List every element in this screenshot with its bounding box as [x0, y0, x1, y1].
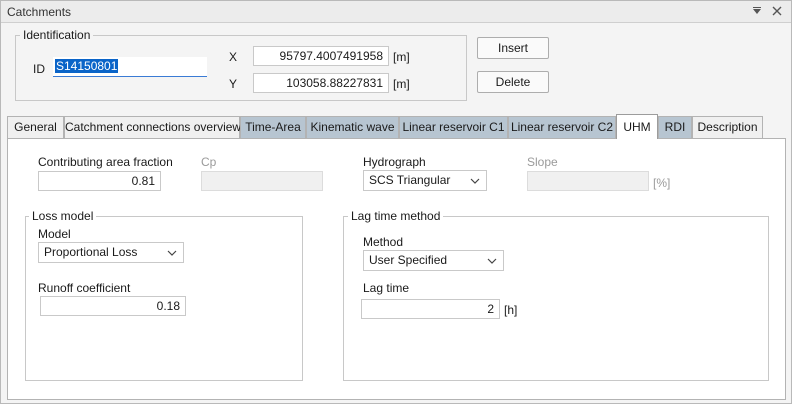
- method-label: Method: [363, 235, 404, 249]
- tab-time-area[interactable]: Time-Area: [240, 116, 306, 138]
- y-coordinate-input[interactable]: 103058.88227831: [253, 73, 389, 93]
- tab-linear-reservoir-c1[interactable]: Linear reservoir C1: [399, 116, 508, 138]
- loss-model-group-label: Loss model: [29, 209, 97, 223]
- hydrograph-dropdown[interactable]: SCS Triangular: [363, 170, 487, 191]
- cp-label: Cp: [201, 155, 217, 169]
- tab-rdi[interactable]: RDI: [658, 116, 692, 138]
- id-input[interactable]: S14150801: [53, 57, 207, 77]
- runoff-coefficient-input[interactable]: 0.18: [40, 296, 186, 316]
- window-menu-icon[interactable]: [749, 4, 765, 20]
- hydrograph-value: SCS Triangular: [369, 173, 451, 187]
- tab-linear-reservoir-c2[interactable]: Linear reservoir C2: [508, 116, 616, 138]
- chevron-down-icon: [470, 178, 480, 184]
- tab-kinematic-wave[interactable]: Kinematic wave: [306, 116, 399, 138]
- lag-time-input[interactable]: 2: [361, 299, 500, 319]
- slope-unit: [%]: [653, 176, 671, 190]
- lag-method-dropdown[interactable]: User Specified: [363, 250, 504, 271]
- close-icon[interactable]: [769, 4, 785, 20]
- lag-method-value: User Specified: [369, 253, 448, 267]
- y-label: Y: [229, 77, 238, 91]
- contributing-area-input[interactable]: 0.81: [38, 171, 161, 191]
- cp-input: [201, 171, 323, 191]
- y-unit: [m]: [393, 77, 410, 91]
- id-label: ID: [33, 62, 45, 76]
- tab-catchment-connections-overview[interactable]: Catchment connections overview: [64, 116, 241, 138]
- tab-uhm[interactable]: UHM: [616, 114, 658, 139]
- tab-description[interactable]: Description: [692, 116, 763, 138]
- slope-label: Slope: [527, 155, 558, 169]
- chevron-down-icon: [487, 258, 497, 264]
- model-label: Model: [38, 227, 71, 241]
- delete-button[interactable]: Delete: [477, 71, 549, 93]
- runoff-coefficient-label: Runoff coefficient: [38, 281, 131, 295]
- lag-time-label: Lag time: [363, 281, 410, 295]
- identification-group-label: Identification: [20, 28, 94, 42]
- loss-model-dropdown[interactable]: Proportional Loss: [38, 242, 184, 263]
- id-value: S14150801: [55, 59, 119, 73]
- lag-time-unit: [h]: [504, 303, 518, 317]
- slope-input: [527, 171, 649, 191]
- chevron-down-icon: [167, 250, 177, 256]
- insert-button[interactable]: Insert: [477, 37, 549, 59]
- x-coordinate-input[interactable]: 95797.4007491958: [253, 46, 389, 66]
- catchments-window: Catchments Identification ID S14150801 X…: [0, 0, 792, 404]
- x-unit: [m]: [393, 50, 410, 64]
- x-label: X: [229, 50, 238, 64]
- lag-time-method-group-label: Lag time method: [348, 209, 444, 223]
- hydrograph-label: Hydrograph: [363, 155, 426, 169]
- loss-model-value: Proportional Loss: [44, 245, 138, 259]
- contributing-area-label: Contributing area fraction: [38, 155, 173, 169]
- title-bar: Catchments: [1, 1, 791, 23]
- window-title: Catchments: [7, 5, 72, 19]
- tab-general[interactable]: General: [7, 116, 64, 138]
